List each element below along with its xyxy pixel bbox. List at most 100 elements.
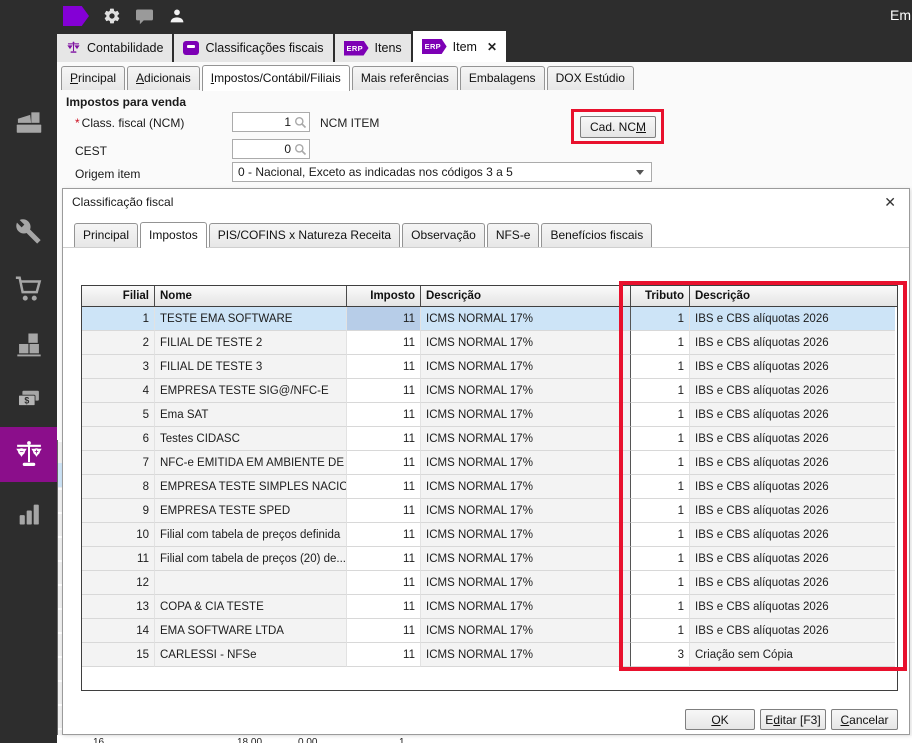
window-tab-label: Itens xyxy=(375,41,402,55)
window-tab-label: Classificações fiscais xyxy=(205,41,323,55)
table-row[interactable]: 5 Ema SAT 11 ICMS NORMAL 17% 1 IBS e CBS… xyxy=(82,403,897,427)
cell-filial: 2 xyxy=(82,331,155,355)
cell-tributo-descricao: IBS e CBS alíquotas 2026 xyxy=(690,571,895,595)
ncm-label-text: Class. fiscal (NCM) xyxy=(82,116,185,130)
chat-icon[interactable] xyxy=(135,8,154,25)
cash-register-icon xyxy=(15,111,43,137)
search-icon[interactable] xyxy=(294,143,307,156)
table-row[interactable]: 9 EMPRESA TESTE SPED 11 ICMS NORMAL 17% … xyxy=(82,499,897,523)
cest-value: 0 xyxy=(233,142,294,156)
sidebar-item-fiscal[interactable]: −+ xyxy=(0,427,57,482)
table-row[interactable]: 7 NFC-e EMITIDA EM AMBIENTE DE TE... 11 … xyxy=(82,451,897,475)
table-row[interactable]: 2 FILIAL DE TESTE 2 11 ICMS NORMAL 17% 1… xyxy=(82,331,897,355)
gear-icon[interactable] xyxy=(103,7,121,25)
tab-principal[interactable]: Principal xyxy=(61,66,125,90)
ok-button[interactable]: OK xyxy=(685,709,755,730)
dialog-tab-principal[interactable]: Principal xyxy=(74,223,138,247)
table-row[interactable]: 12 11 ICMS NORMAL 17% 1 IBS e CBS alíquo… xyxy=(82,571,897,595)
table-row[interactable]: 3 FILIAL DE TESTE 3 11 ICMS NORMAL 17% 1… xyxy=(82,355,897,379)
peek-fragment: 18,00 xyxy=(237,736,262,743)
dialog-tab-beneficios-fiscais[interactable]: Benefícios fiscais xyxy=(541,223,652,247)
table-row[interactable]: 1 TESTE EMA SOFTWARE 11 ICMS NORMAL 17% … xyxy=(82,307,897,331)
cell-tributo-descricao: Criação sem Cópia xyxy=(690,643,895,667)
app-logo-icon[interactable] xyxy=(63,6,89,26)
window-tab-item[interactable]: ERP Item ✕ xyxy=(413,31,506,62)
tab-close-icon[interactable]: ✕ xyxy=(487,40,497,54)
cell-filial: 13 xyxy=(82,595,155,619)
table-row[interactable]: 8 EMPRESA TESTE SIMPLES NACIONAL 11 ICMS… xyxy=(82,475,897,499)
button-label: ancelar xyxy=(849,713,888,727)
sidebar-item-purchases[interactable] xyxy=(0,267,57,311)
cell-filial: 10 xyxy=(82,523,155,547)
classificacao-fiscal-dialog: Classificação fiscal ✕ Principal Imposto… xyxy=(62,188,910,735)
background-row-peek: 16 18,00 0,00 1 xyxy=(57,736,912,743)
dialog-tab-observacao[interactable]: Observação xyxy=(402,223,485,247)
table-row[interactable]: 15 CARLESSI - NFSe 11 ICMS NORMAL 17% 3 … xyxy=(82,643,897,667)
tab-adicionais[interactable]: Adicionais xyxy=(127,66,200,90)
sidebar-item-stock[interactable] xyxy=(0,322,57,366)
close-icon[interactable]: ✕ xyxy=(884,193,896,211)
table-row[interactable]: 11 Filial com tabela de preços (20) de..… xyxy=(82,547,897,571)
table-row[interactable]: 10 Filial com tabela de preços definida … xyxy=(82,523,897,547)
section-title: Impostos para venda xyxy=(66,95,186,109)
cell-imposto: 11 xyxy=(347,619,421,643)
header-descricao-tributo[interactable]: Descrição xyxy=(690,286,895,306)
sidebar-item-reports[interactable] xyxy=(0,492,57,536)
filiais-impostos-table: Filial Nome Imposto Descrição Tributo De… xyxy=(81,285,898,691)
cell-nome: EMA SOFTWARE LTDA xyxy=(155,619,347,643)
user-icon[interactable] xyxy=(168,7,186,25)
window-tab-contabilidade[interactable]: Contabilidade xyxy=(57,34,172,62)
peek-fragment: 0,00 xyxy=(298,736,317,743)
dialog-tab-nfse[interactable]: NFS-e xyxy=(487,223,540,247)
cell-imposto: 11 xyxy=(347,523,421,547)
cell-imposto-descricao: ICMS NORMAL 17% xyxy=(421,403,631,427)
ncm-input[interactable]: 1 xyxy=(232,112,310,132)
header-imposto[interactable]: Imposto xyxy=(347,286,421,306)
sidebar-item-pdv[interactable] xyxy=(0,102,57,146)
button-label: E xyxy=(765,713,773,727)
header-tributo[interactable]: Tributo xyxy=(631,286,690,306)
cest-label: CEST xyxy=(75,144,107,158)
cell-filial: 4 xyxy=(82,379,155,403)
cell-imposto: 11 xyxy=(347,355,421,379)
cell-imposto-descricao: ICMS NORMAL 17% xyxy=(421,547,631,571)
window-tab-itens[interactable]: ERP Itens xyxy=(335,34,411,62)
sidebar-item-services[interactable] xyxy=(0,210,57,254)
cancelar-button[interactable]: Cancelar xyxy=(831,709,898,730)
cell-filial: 6 xyxy=(82,427,155,451)
tab-impostos-contabil-filiais[interactable]: Impostos/Contábil/Filiais xyxy=(202,65,350,91)
origem-select[interactable]: 0 - Nacional, Exceto as indicadas nos có… xyxy=(232,162,652,182)
table-row[interactable]: 14 EMA SOFTWARE LTDA 11 ICMS NORMAL 17% … xyxy=(82,619,897,643)
header-descricao[interactable]: Descrição xyxy=(421,286,631,306)
cell-tributo: 1 xyxy=(631,595,690,619)
cell-nome: Testes CIDASC xyxy=(155,427,347,451)
cest-input[interactable]: 0 xyxy=(232,139,310,159)
sidebar-item-financial[interactable]: $ xyxy=(0,377,57,421)
header-filial[interactable]: Filial xyxy=(82,286,155,306)
header-nome[interactable]: Nome xyxy=(155,286,347,306)
window-tab-classificacoes-fiscais[interactable]: Classificações fiscais xyxy=(174,34,332,62)
dialog-title: Classificação fiscal xyxy=(72,195,173,209)
cell-nome: FILIAL DE TESTE 2 xyxy=(155,331,347,355)
tab-dox-estudio[interactable]: DOX Estúdio xyxy=(547,66,634,90)
cad-ncm-button[interactable]: Cad. NCM xyxy=(580,116,656,138)
peek-fragment: 1 xyxy=(399,736,405,743)
search-icon[interactable] xyxy=(294,116,307,129)
cell-tributo-descricao: IBS e CBS alíquotas 2026 xyxy=(690,403,895,427)
origem-label: Origem item xyxy=(75,167,140,181)
table-row[interactable]: 13 COPA & CIA TESTE 11 ICMS NORMAL 17% 1… xyxy=(82,595,897,619)
tab-embalagens[interactable]: Embalagens xyxy=(460,66,545,90)
tab-label: A xyxy=(136,71,144,85)
editar-button[interactable]: Editar [F3] xyxy=(760,709,826,730)
cell-nome: EMPRESA TESTE SIMPLES NACIONAL xyxy=(155,475,347,499)
table-row[interactable]: 6 Testes CIDASC 11 ICMS NORMAL 17% 1 IBS… xyxy=(82,427,897,451)
cell-tributo: 1 xyxy=(631,379,690,403)
dialog-tab-impostos[interactable]: Impostos xyxy=(140,222,207,248)
svg-text:−: − xyxy=(19,449,23,456)
dialog-tabs: Principal Impostos PIS/COFINS x Natureza… xyxy=(63,222,909,248)
window-tab-label: Contabilidade xyxy=(87,41,163,55)
tab-mais-referencias[interactable]: Mais referências xyxy=(352,66,458,90)
dialog-tab-pis-cofins[interactable]: PIS/COFINS x Natureza Receita xyxy=(209,223,400,247)
table-row[interactable]: 4 EMPRESA TESTE SIG@/NFC-E 11 ICMS NORMA… xyxy=(82,379,897,403)
tab-label: Principal xyxy=(83,228,129,242)
